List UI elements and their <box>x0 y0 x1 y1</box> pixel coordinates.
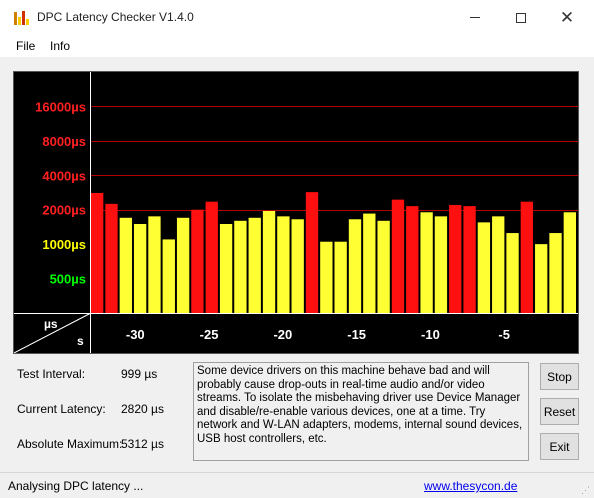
x-tick-label-4: -10 <box>421 327 440 342</box>
bar-29 <box>506 233 519 313</box>
y-tick-label-5: 500µs <box>50 272 86 287</box>
bar-26 <box>463 206 476 313</box>
bar-17 <box>334 241 347 313</box>
absolute-maximum-label: Absolute Maximum: <box>17 437 123 451</box>
bar-18 <box>348 219 362 313</box>
latency-graph: 16000µs 8000µs 4000µs 2000µs 1000µs 500µs -30 -… <box>13 71 579 354</box>
bar-3 <box>133 224 147 313</box>
x-tick-label-5: -5 <box>498 327 510 342</box>
current-latency-value: 2820 µs <box>121 402 164 416</box>
bar-19 <box>363 213 376 313</box>
stop-button[interactable]: Stop <box>540 363 579 390</box>
resize-grip-icon[interactable]: ⋰ <box>581 485 591 495</box>
bar-11 <box>248 217 261 313</box>
status-bar: Analysing DPC latency ... www.thesycon.d… <box>0 472 594 498</box>
bar-21 <box>391 199 405 313</box>
corner-label-top: µs <box>44 317 58 331</box>
close-icon: ✕ <box>559 7 575 27</box>
bar-9 <box>219 224 233 313</box>
bar-23 <box>420 212 433 313</box>
bar-12 <box>262 210 276 313</box>
minimize-icon <box>470 17 480 18</box>
bar-22 <box>406 206 419 313</box>
test-interval-label: Test Interval: <box>17 367 86 381</box>
reset-button[interactable]: Reset <box>540 398 579 425</box>
y-tick-label-2: 4000µs <box>42 168 86 183</box>
bar-31 <box>535 244 548 313</box>
window-title: DPC Latency Checker V1.4.0 <box>37 10 194 24</box>
menu-file[interactable]: File <box>16 39 35 53</box>
x-tick-label-0: -30 <box>126 327 145 342</box>
x-tick-label-3: -15 <box>347 327 366 342</box>
current-latency-label: Current Latency: <box>17 402 106 416</box>
test-interval-value: 999 µs <box>121 367 158 381</box>
maximize-button[interactable] <box>498 0 544 35</box>
bar-5 <box>162 239 175 313</box>
bar-20 <box>377 220 390 313</box>
bar-24 <box>434 216 448 313</box>
website-link[interactable]: www.thesycon.de <box>424 479 517 493</box>
y-tick-label-3: 2000µs <box>42 203 86 218</box>
close-button[interactable]: ✕ <box>544 0 590 35</box>
latency-chart: 16000µs 8000µs 4000µs 2000µs 1000µs 500µs -30 -… <box>14 72 578 353</box>
y-tick-label-0: 16000µs <box>35 99 86 114</box>
x-tick-label-1: -25 <box>200 327 219 342</box>
bar-4 <box>148 216 161 313</box>
bar-30 <box>520 201 534 313</box>
bar-1 <box>105 203 118 313</box>
bar-16 <box>320 241 333 313</box>
bar-15 <box>305 192 319 313</box>
bar-10 <box>234 220 247 313</box>
bar-13 <box>277 216 290 313</box>
bar-25 <box>449 204 462 313</box>
bar-6 <box>176 217 190 313</box>
bar-2 <box>119 217 132 313</box>
bar-33 <box>563 212 576 313</box>
app-icon <box>13 10 29 26</box>
exit-button[interactable]: Exit <box>540 433 579 460</box>
bar-27 <box>477 222 491 313</box>
bar-28 <box>492 216 505 313</box>
status-text: Analysing DPC latency ... <box>8 479 144 493</box>
bar-7 <box>191 209 204 313</box>
bar-14 <box>291 219 304 313</box>
corner-label-bottom: s <box>77 334 84 348</box>
bar-8 <box>205 201 218 313</box>
maximize-icon <box>516 12 526 23</box>
menu-bar: File Info <box>0 35 594 57</box>
x-tick-label-2: -20 <box>273 327 292 342</box>
y-tick-label-4: 1000µs <box>42 237 86 252</box>
y-tick-label-1: 8000µs <box>42 134 86 149</box>
title-bar: DPC Latency Checker V1.4.0 ✕ <box>0 0 594 35</box>
minimize-button[interactable] <box>452 0 498 35</box>
bar-32 <box>549 233 562 313</box>
bar-0 <box>91 193 104 313</box>
absolute-maximum-value: 5312 µs <box>121 437 164 451</box>
menu-info[interactable]: Info <box>50 39 70 53</box>
description-text: Some device drivers on this machine beha… <box>193 362 529 461</box>
